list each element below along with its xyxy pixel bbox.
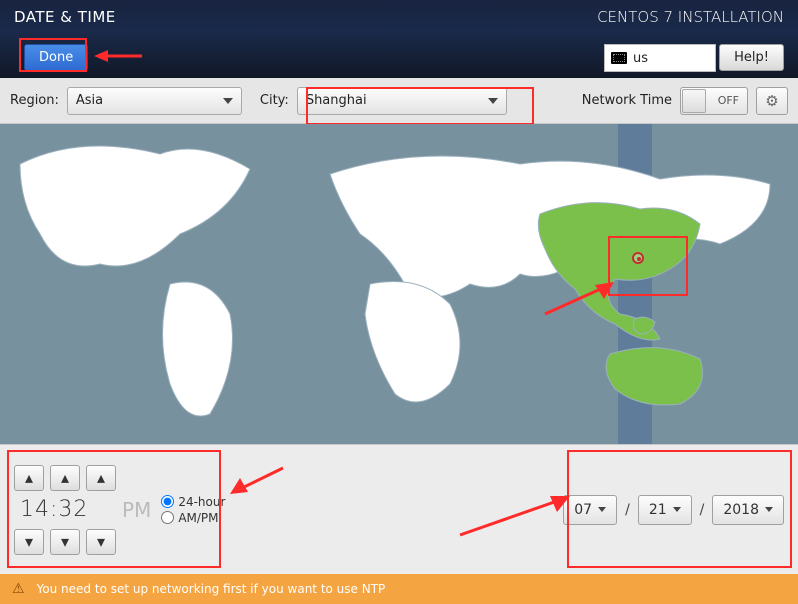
toggle-knob xyxy=(682,89,706,113)
year-combo[interactable]: 2018 xyxy=(712,495,784,525)
ampm-up-button[interactable]: ▴ xyxy=(86,465,116,491)
chevron-down-icon xyxy=(765,507,773,512)
region-combo[interactable]: Asia xyxy=(67,87,242,115)
chevron-down-icon xyxy=(223,98,233,104)
date-selector-group: 07 / 21 / 2018 xyxy=(563,495,784,525)
annotation-arrow-icon xyxy=(228,460,288,500)
gear-icon: ⚙ xyxy=(765,92,778,110)
help-button[interactable]: Help! xyxy=(719,44,784,71)
world-map-svg xyxy=(0,124,798,444)
time-date-panel: ▴ ▴ ▴ 14:32 PM 24-hour AM/PM ▾ ▾ ▾ 07 / … xyxy=(0,444,798,574)
minute-down-button[interactable]: ▾ xyxy=(50,529,80,555)
time-value: 14:32 xyxy=(14,497,116,522)
time-spinner-group: ▴ ▴ ▴ 14:32 PM 24-hour AM/PM ▾ ▾ ▾ xyxy=(14,465,225,555)
chevron-up-icon: ▴ xyxy=(25,468,33,487)
warning-bar: ⚠ You need to set up networking first if… xyxy=(0,574,798,604)
network-time-label: Network Time xyxy=(582,93,672,108)
day-combo[interactable]: 21 xyxy=(638,495,692,525)
filter-bar: Region: Asia City: Shanghai Network Time… xyxy=(0,78,798,124)
annotation-arrow-icon xyxy=(94,46,144,66)
region-label: Region: xyxy=(10,93,59,108)
ampm-down-button[interactable]: ▾ xyxy=(86,529,116,555)
city-marker xyxy=(632,252,644,264)
time-format-radios: 24-hour AM/PM xyxy=(161,495,225,525)
date-separator: / xyxy=(625,502,630,518)
chevron-down-icon xyxy=(598,507,606,512)
chevron-down-icon: ▾ xyxy=(61,532,69,551)
city-combo[interactable]: Shanghai xyxy=(297,87,507,115)
city-value: Shanghai xyxy=(306,93,367,108)
header-banner: DATE & TIME CENTOS 7 INSTALLATION Done u… xyxy=(0,0,798,78)
meridiem-value: PM xyxy=(122,498,151,522)
done-button[interactable]: Done xyxy=(24,44,88,71)
timezone-map[interactable] xyxy=(0,124,798,444)
chevron-up-icon: ▴ xyxy=(97,468,105,487)
network-time-toggle[interactable]: OFF xyxy=(680,87,748,115)
chevron-down-icon xyxy=(488,98,498,104)
hour-up-button[interactable]: ▴ xyxy=(14,465,44,491)
chevron-down-icon: ▾ xyxy=(25,532,33,551)
toggle-state: OFF xyxy=(718,94,739,107)
format-24h-option[interactable]: 24-hour xyxy=(161,495,225,509)
format-ampm-radio[interactable] xyxy=(161,511,174,524)
date-separator: / xyxy=(700,502,705,518)
format-24h-radio[interactable] xyxy=(161,495,174,508)
ntp-settings-button[interactable]: ⚙ xyxy=(756,87,788,115)
annotation-arrow-icon xyxy=(455,490,575,540)
chevron-down-icon xyxy=(673,507,681,512)
keyboard-layout-selector[interactable]: us xyxy=(604,44,716,72)
format-ampm-option[interactable]: AM/PM xyxy=(161,511,225,525)
chevron-up-icon: ▴ xyxy=(61,468,69,487)
keyboard-layout-value: us xyxy=(633,51,648,66)
annotation-arrow-icon xyxy=(540,279,620,319)
warning-icon: ⚠ xyxy=(12,581,25,597)
region-value: Asia xyxy=(76,93,103,108)
product-title: CENTOS 7 INSTALLATION xyxy=(597,8,784,26)
warning-text: You need to set up networking first if y… xyxy=(37,582,386,596)
keyboard-icon xyxy=(611,52,627,64)
hour-down-button[interactable]: ▾ xyxy=(14,529,44,555)
chevron-down-icon: ▾ xyxy=(97,532,105,551)
minute-up-button[interactable]: ▴ xyxy=(50,465,80,491)
city-label: City: xyxy=(260,93,289,108)
